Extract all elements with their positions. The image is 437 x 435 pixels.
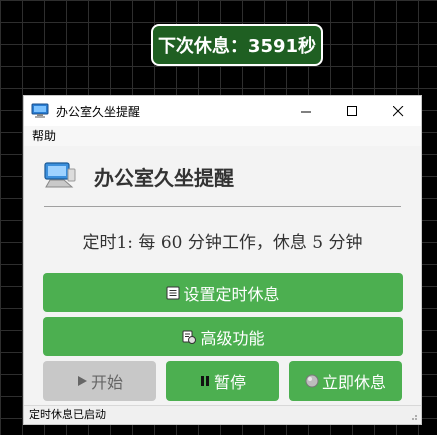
- rest-now-button[interactable]: 立即休息: [289, 361, 402, 401]
- set-timer-label: 设置定时休息: [183, 284, 280, 304]
- advanced-button[interactable]: 高级功能: [43, 317, 403, 356]
- play-icon: [77, 376, 87, 386]
- app-header: 办公室久坐提醒: [42, 146, 403, 206]
- computer-icon: [44, 162, 76, 188]
- rest-icon: [305, 374, 319, 388]
- maximize-button[interactable]: [329, 96, 375, 126]
- wrench-icon: [182, 330, 197, 344]
- schedule-info: 定时1: 每 60 分钟工作，休息 5 分钟: [82, 233, 363, 253]
- pause-button[interactable]: 暂停: [166, 361, 279, 401]
- pause-label: 暂停: [213, 373, 246, 392]
- menu-bar: 帮助: [24, 126, 421, 146]
- menu-item-help[interactable]: 帮助: [32, 129, 56, 143]
- notepad-icon: [166, 286, 180, 299]
- countdown-overlay: 下次休息：3591秒: [151, 24, 323, 66]
- resize-grip-icon[interactable]: [408, 411, 418, 421]
- close-icon: [392, 105, 403, 116]
- minimize-icon: [300, 111, 311, 112]
- computer-icon: [31, 103, 49, 118]
- maximize-icon: [346, 105, 357, 116]
- start-label: 开始: [90, 373, 123, 392]
- status-bar: 定时休息已启动: [24, 405, 421, 424]
- close-button[interactable]: [375, 96, 421, 126]
- advanced-label: 高级功能: [200, 328, 265, 348]
- main-content: 办公室久坐提醒 定时1: 每 60 分钟工作，休息 5 分钟 设置定时休息 高级…: [24, 146, 421, 401]
- rest-now-label: 立即休息: [321, 373, 386, 392]
- app-window: 办公室久坐提醒 帮助 办公室久坐提醒 定时1: 每 60 分钟工作，休息 5 分…: [23, 95, 422, 425]
- divider: [44, 206, 401, 207]
- set-timer-button[interactable]: 设置定时休息: [43, 273, 403, 312]
- start-button[interactable]: 开始: [43, 361, 156, 401]
- window-title: 办公室久坐提醒: [56, 104, 141, 119]
- minimize-button[interactable]: [283, 96, 329, 126]
- title-bar: 办公室久坐提醒: [24, 96, 421, 126]
- status-text: 定时休息已启动: [29, 408, 106, 421]
- app-heading: 办公室久坐提醒: [94, 165, 234, 190]
- pause-icon: [200, 376, 209, 386]
